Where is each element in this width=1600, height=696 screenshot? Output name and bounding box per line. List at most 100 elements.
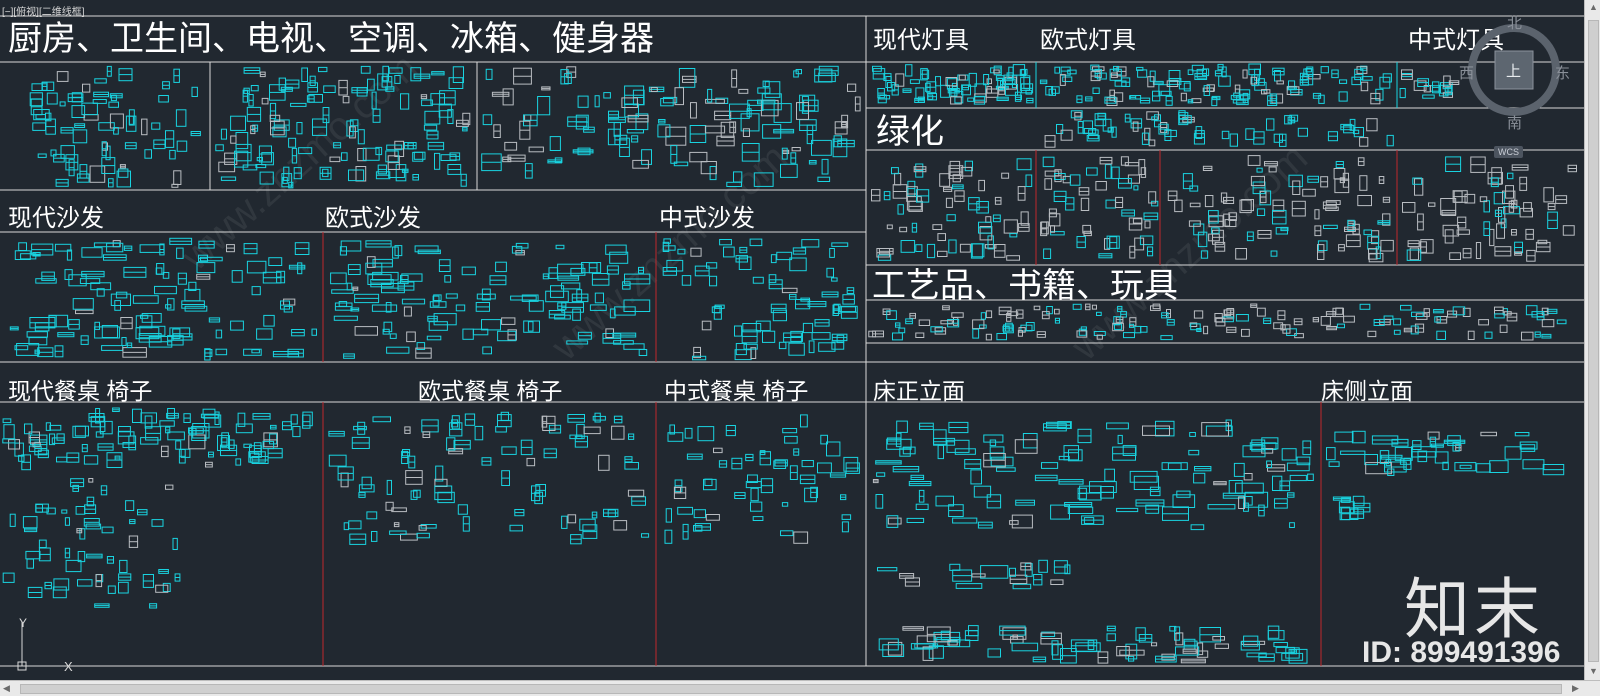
cad-block-symbol xyxy=(497,330,517,342)
cad-block-symbol xyxy=(56,71,69,82)
viewcube-top-face[interactable]: 上 xyxy=(1506,60,1521,81)
cad-block-symbol xyxy=(366,256,376,268)
cad-block-symbol xyxy=(343,522,350,531)
scroll-down-icon[interactable]: ▼ xyxy=(1589,666,1598,676)
cad-block-symbol xyxy=(121,337,127,346)
cad-block-symbol xyxy=(511,245,523,254)
cad-block-symbol xyxy=(811,139,832,156)
cad-block-symbol xyxy=(1507,172,1514,180)
cad-block-symbol xyxy=(18,242,28,252)
cad-block-symbol xyxy=(1343,315,1355,323)
cad-block-symbol xyxy=(125,500,135,512)
cad-block-symbol xyxy=(1080,197,1090,212)
cad-block-symbol xyxy=(165,304,172,309)
cad-block-symbol xyxy=(9,513,16,527)
cad-block-symbol xyxy=(386,479,393,495)
cad-block-symbol xyxy=(386,346,410,354)
cad-block-symbol xyxy=(406,331,416,343)
cad-block-symbol xyxy=(1336,323,1346,329)
cad-block-symbol xyxy=(1195,126,1203,139)
cad-block-symbol xyxy=(689,151,708,163)
cad-block-symbol xyxy=(665,508,673,523)
scroll-right-icon[interactable]: ▶ xyxy=(1572,683,1579,694)
cad-block-symbol xyxy=(1480,431,1498,437)
cad-block-symbol xyxy=(1302,188,1316,197)
cad-block-symbol xyxy=(35,278,57,284)
horizontal-scroll-thumb[interactable] xyxy=(20,684,1562,694)
cad-block-symbol xyxy=(302,411,313,427)
cad-block-symbol xyxy=(1519,207,1533,218)
compass-west-label[interactable]: 西 xyxy=(1459,62,1474,83)
cad-block-symbol xyxy=(1270,250,1278,257)
cad-block-symbol xyxy=(915,332,925,338)
vertical-scrollbar[interactable]: ▲ ▼ xyxy=(1584,0,1600,680)
cad-block-symbol xyxy=(768,274,777,283)
cad-block-symbol xyxy=(502,88,514,106)
cad-block-symbol xyxy=(250,85,259,92)
cad-block-symbol xyxy=(753,172,774,187)
cad-block-symbol xyxy=(1292,180,1301,195)
cad-block-symbol xyxy=(328,454,347,467)
compass-south-label[interactable]: 南 xyxy=(1507,112,1522,133)
cad-block-symbol xyxy=(452,66,464,84)
scroll-left-icon[interactable]: ◀ xyxy=(3,683,10,694)
cad-block-symbol xyxy=(115,291,128,299)
cad-block-symbol xyxy=(75,309,94,315)
cad-block-symbol xyxy=(509,524,523,532)
cad-block-symbol xyxy=(1204,195,1214,208)
vertical-scroll-thumb[interactable] xyxy=(1588,20,1599,662)
cad-block-symbol xyxy=(693,509,707,519)
cad-block-symbol xyxy=(151,122,161,130)
cad-block-symbol xyxy=(1256,208,1266,216)
cad-block-symbol xyxy=(583,426,601,435)
cad-block-symbol xyxy=(290,414,298,425)
cad-block-symbol xyxy=(926,243,936,259)
cad-block-symbol xyxy=(81,247,103,258)
cad-block-symbol xyxy=(829,248,835,258)
cad-block-symbol xyxy=(1025,174,1033,187)
horizontal-scrollbar[interactable]: ◀ ▶ xyxy=(0,680,1600,696)
cad-block-symbol xyxy=(970,469,983,485)
cad-block-symbol xyxy=(1383,315,1394,320)
cad-block-symbol xyxy=(8,439,20,450)
cad-block-symbol xyxy=(970,243,983,259)
compass-east-label[interactable]: 东 xyxy=(1555,62,1570,83)
cad-block-symbol xyxy=(1367,330,1377,338)
cad-block-symbol xyxy=(762,330,776,343)
cad-block-symbol xyxy=(1134,325,1142,334)
cad-block-symbol xyxy=(261,97,269,105)
cad-block-symbol xyxy=(664,529,673,544)
cad-block-symbol xyxy=(733,171,743,183)
cad-block-symbol xyxy=(1014,439,1038,454)
cad-block-symbol xyxy=(88,478,94,483)
cad-block-symbol xyxy=(1476,463,1491,473)
wcs-menu[interactable]: WCS xyxy=(1494,146,1523,158)
cad-block-symbol xyxy=(372,416,391,423)
cad-block-symbol xyxy=(1006,255,1021,261)
scroll-up-icon[interactable]: ▲ xyxy=(1589,2,1598,12)
cad-block-symbol xyxy=(172,537,178,551)
cad-block-symbol xyxy=(773,460,787,469)
cad-block-symbol xyxy=(144,149,152,159)
cad-block-symbol xyxy=(151,519,164,527)
cad-block-symbol xyxy=(896,420,908,433)
cad-block-symbol xyxy=(980,312,986,320)
cad-block-symbol xyxy=(1523,202,1532,212)
cad-block-symbol xyxy=(330,272,347,285)
compass-north-label[interactable]: 北 xyxy=(1507,12,1522,33)
cad-block-symbol xyxy=(905,64,913,77)
cad-block-symbol xyxy=(1326,447,1336,461)
cad-block-symbol xyxy=(1054,66,1061,74)
cad-block-symbol xyxy=(389,333,397,339)
cad-block-symbol xyxy=(1541,319,1555,328)
cad-block-symbol xyxy=(191,86,198,98)
cad-block-symbol xyxy=(1241,199,1254,212)
cad-block-symbol xyxy=(757,87,771,94)
cad-block-symbol xyxy=(348,520,362,530)
cad-block-symbol xyxy=(780,163,798,178)
drawing-canvas[interactable]: [−][俯视][二维线框] www.znzmo.com www.znzmo.co… xyxy=(0,0,1584,680)
cad-block-symbol xyxy=(949,563,961,571)
cad-block-symbol xyxy=(72,298,94,310)
viewcube[interactable]: 北 南 东 西 上 xyxy=(1459,15,1570,132)
cad-block-symbol xyxy=(218,161,236,173)
